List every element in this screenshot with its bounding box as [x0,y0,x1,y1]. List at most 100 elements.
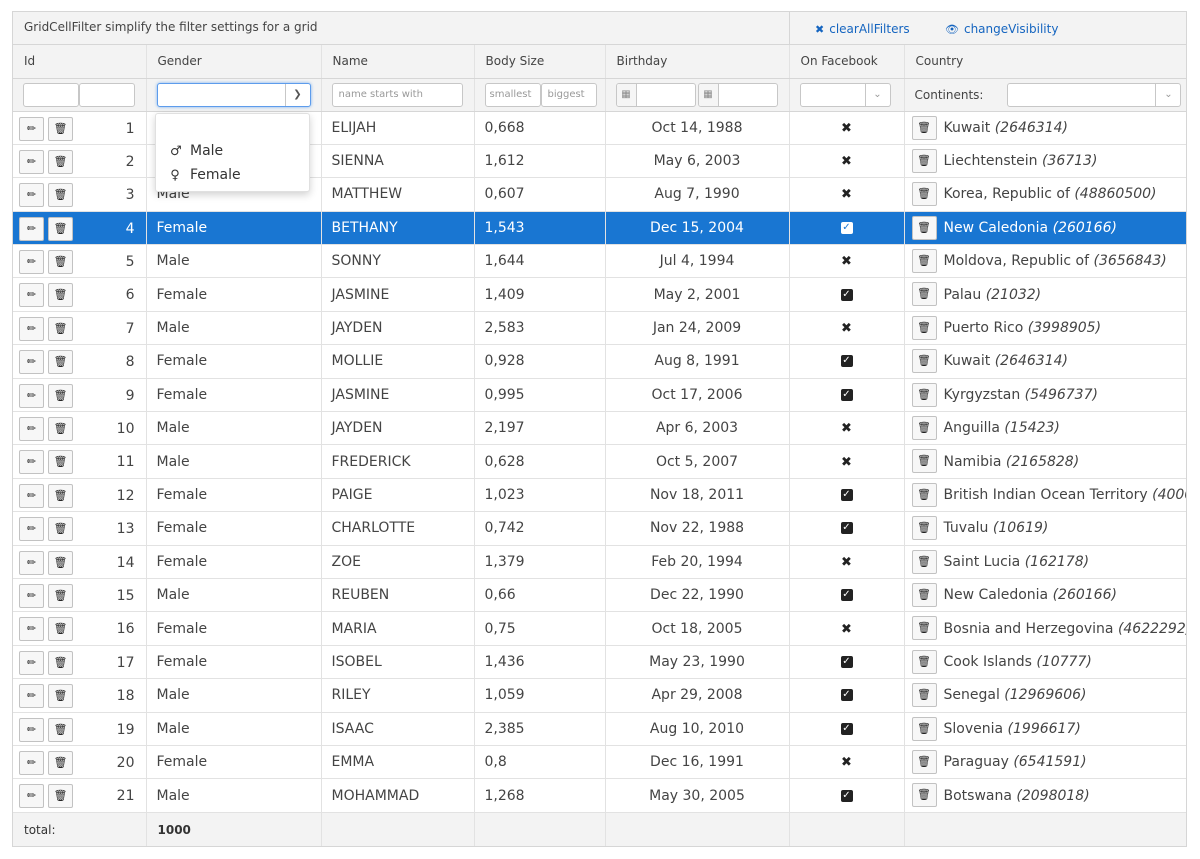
delete-button[interactable]: 🗑 [48,250,73,275]
birthday-from-input[interactable]: ▦ [615,82,696,107]
edit-button[interactable]: ✏ [19,183,44,208]
delete-button[interactable]: 🗑 [48,316,73,341]
edit-button[interactable]: ✏ [19,784,44,809]
body-size-max-input[interactable]: biggest [540,82,597,107]
country-delete-button[interactable]: 🗑 [911,582,937,607]
table-row[interactable]: ✏ 🗑 10 Male JAYDEN 2,197 Apr 6, 2003 ✖ 🗑 Anguilla… [13,411,1186,446]
edit-button[interactable]: ✏ [19,417,44,442]
table-row[interactable]: ✏ 🗑 4 Female BETHANY 1,543 Dec 15, 2004 ✓ 🗑 New C… [13,211,1186,246]
table-row[interactable]: ✏ 🗑 9 Female JASMINE 0,995 Oct 17, 2006 ✓ 🗑 Kyrgy… [13,378,1186,413]
country-delete-button[interactable]: 🗑 [911,315,937,340]
country-delete-button[interactable]: 🗑 [911,215,937,240]
country-delete-button[interactable]: 🗑 [911,549,937,574]
edit-button[interactable]: ✏ [19,316,44,341]
table-row[interactable]: ✏ 🗑 5 Male SONNY 1,644 Jul 4, 1994 ✖ 🗑 Moldova, R… [13,244,1186,279]
table-row[interactable]: ✏ 🗑 15 Male REUBEN 0,66 Dec 22, 1990 ✓ 🗑 New Cale… [13,578,1186,613]
delete-button[interactable]: 🗑 [48,417,73,442]
delete-button[interactable]: 🗑 [48,350,73,375]
gender-filter-select[interactable]: ❯ [156,82,311,107]
country-delete-button[interactable]: 🗑 [911,783,937,808]
country-delete-button[interactable]: 🗑 [911,649,937,674]
edit-button[interactable]: ✏ [19,550,44,575]
table-row[interactable]: ✏ 🗑 7 Male JAYDEN 2,583 Jan 24, 2009 ✖ 🗑 Puerto R… [13,311,1186,346]
column-header-birthday[interactable]: Birthday [605,45,790,79]
country-delete-button[interactable]: 🗑 [911,282,937,307]
table-row[interactable]: ✏ 🗑 21 Male MOHAMMAD 1,268 May 30, 2005 ✓ 🗑 Botsw… [13,778,1186,813]
table-row[interactable]: ✏ 🗑 16 Female MARIA 0,75 Oct 18, 2005 ✖ 🗑 Bosnia … [13,611,1186,646]
country-delete-button[interactable]: 🗑 [911,182,937,207]
table-row[interactable]: ✏ 🗑 19 Male ISAAC 2,385 Aug 10, 2010 ✓ 🗑 Slovenia… [13,712,1186,746]
clear-all-filters-button[interactable]: ✖ clearAllFilters [815,22,910,36]
country-delete-button[interactable]: 🗑 [911,616,937,641]
edit-button[interactable]: ✏ [19,583,44,608]
table-row[interactable]: ✏ 🗑 11 Male FREDERICK 0,628 Oct 5, 2007 ✖ 🗑 Namib… [13,444,1186,479]
delete-button[interactable]: 🗑 [48,450,73,475]
table-row[interactable]: ✏ 🗑 13 Female CHARLOTTE 0,742 Nov 22, 1988 ✓ 🗑 Tu… [13,511,1186,546]
edit-button[interactable]: ✏ [19,216,44,241]
table-row[interactable]: ✏ 🗑 18 Male RILEY 1,059 Apr 29, 2008 ✓ 🗑 Senegal … [13,678,1186,713]
country-delete-button[interactable]: 🗑 [911,482,937,507]
edit-button[interactable]: ✏ [19,350,44,375]
country-delete-button[interactable]: 🗑 [911,349,937,374]
delete-button[interactable]: 🗑 [48,383,73,408]
edit-button[interactable]: ✏ [19,717,44,742]
table-row[interactable]: ✏ 🗑 8 Female MOLLIE 0,928 Aug 8, 1991 ✓ 🗑 Kuwait … [13,344,1186,379]
country-delete-button[interactable]: 🗑 [911,416,937,441]
edit-button[interactable]: ✏ [19,483,44,508]
edit-button[interactable]: ✏ [19,750,44,775]
country-delete-button[interactable]: 🗑 [911,382,937,407]
delete-button[interactable]: 🗑 [48,650,73,675]
country-delete-button[interactable]: 🗑 [911,148,937,173]
delete-button[interactable]: 🗑 [48,550,73,575]
column-header-id[interactable]: Id [13,45,147,79]
id-filter-to-input[interactable] [79,82,135,107]
column-header-on-facebook[interactable]: On Facebook [789,45,905,79]
edit-button[interactable]: ✏ [19,116,44,141]
delete-button[interactable]: 🗑 [48,283,73,308]
edit-button[interactable]: ✏ [19,650,44,675]
body-size-min-input[interactable]: smallest [484,82,541,107]
country-delete-button[interactable]: 🗑 [911,716,937,741]
delete-button[interactable]: 🗑 [48,717,73,742]
edit-button[interactable]: ✏ [19,383,44,408]
table-row[interactable]: ✏ 🗑 20 Female EMMA 0,8 Dec 16, 1991 ✖ 🗑 Paraguay … [13,745,1186,780]
column-header-name[interactable]: Name [321,45,475,79]
country-delete-button[interactable]: 🗑 [911,683,937,708]
column-header-gender[interactable]: Gender [146,45,322,79]
delete-button[interactable]: 🗑 [48,183,73,208]
delete-button[interactable]: 🗑 [48,517,73,542]
delete-button[interactable]: 🗑 [48,483,73,508]
column-header-body-size[interactable]: Body Size [474,45,606,79]
edit-button[interactable]: ✏ [19,250,44,275]
edit-button[interactable]: ✏ [19,617,44,642]
country-delete-button[interactable]: 🗑 [911,749,937,774]
table-row[interactable]: ✏ 🗑 14 Female ZOE 1,379 Feb 20, 1994 ✖ 🗑 Saint Lu… [13,545,1186,579]
country-delete-button[interactable]: 🗑 [911,516,937,541]
delete-button[interactable]: 🗑 [48,617,73,642]
facebook-filter-select[interactable]: ⌄ [799,82,891,107]
delete-button[interactable]: 🗑 [48,684,73,709]
delete-button[interactable]: 🗑 [48,583,73,608]
edit-button[interactable]: ✏ [19,684,44,709]
change-visibility-button[interactable]: 👁 changeVisibility [945,22,1058,36]
table-row[interactable]: ✏ 🗑 12 Female PAIGE 1,023 Nov 18, 2011 ✓ 🗑 Britis… [13,478,1186,513]
continents-filter-select[interactable]: ⌄ [1007,82,1182,107]
table-row[interactable]: ✏ 🗑 17 Female ISOBEL 1,436 May 23, 1990 ✓ 🗑 Cook … [13,645,1186,680]
delete-button[interactable]: 🗑 [48,149,73,174]
table-row[interactable]: ✏ 🗑 6 Female JASMINE 1,409 May 2, 2001 ✓ 🗑 Palau … [13,277,1186,312]
column-header-country[interactable]: Country [904,45,1186,79]
edit-button[interactable]: ✏ [19,517,44,542]
birthday-to-input[interactable]: ▦ [697,82,778,107]
country-delete-button[interactable]: 🗑 [911,249,937,274]
country-delete-button[interactable]: 🗑 [911,115,937,140]
gender-option-female[interactable]: ♀ Female [170,167,240,183]
delete-button[interactable]: 🗑 [48,216,73,241]
edit-button[interactable]: ✏ [19,149,44,174]
delete-button[interactable]: 🗑 [48,116,73,141]
name-filter-input[interactable]: name starts with [331,82,463,107]
edit-button[interactable]: ✏ [19,450,44,475]
edit-button[interactable]: ✏ [19,283,44,308]
country-delete-button[interactable]: 🗑 [911,449,937,474]
id-filter-from-input[interactable] [23,82,79,107]
delete-button[interactable]: 🗑 [48,784,73,809]
